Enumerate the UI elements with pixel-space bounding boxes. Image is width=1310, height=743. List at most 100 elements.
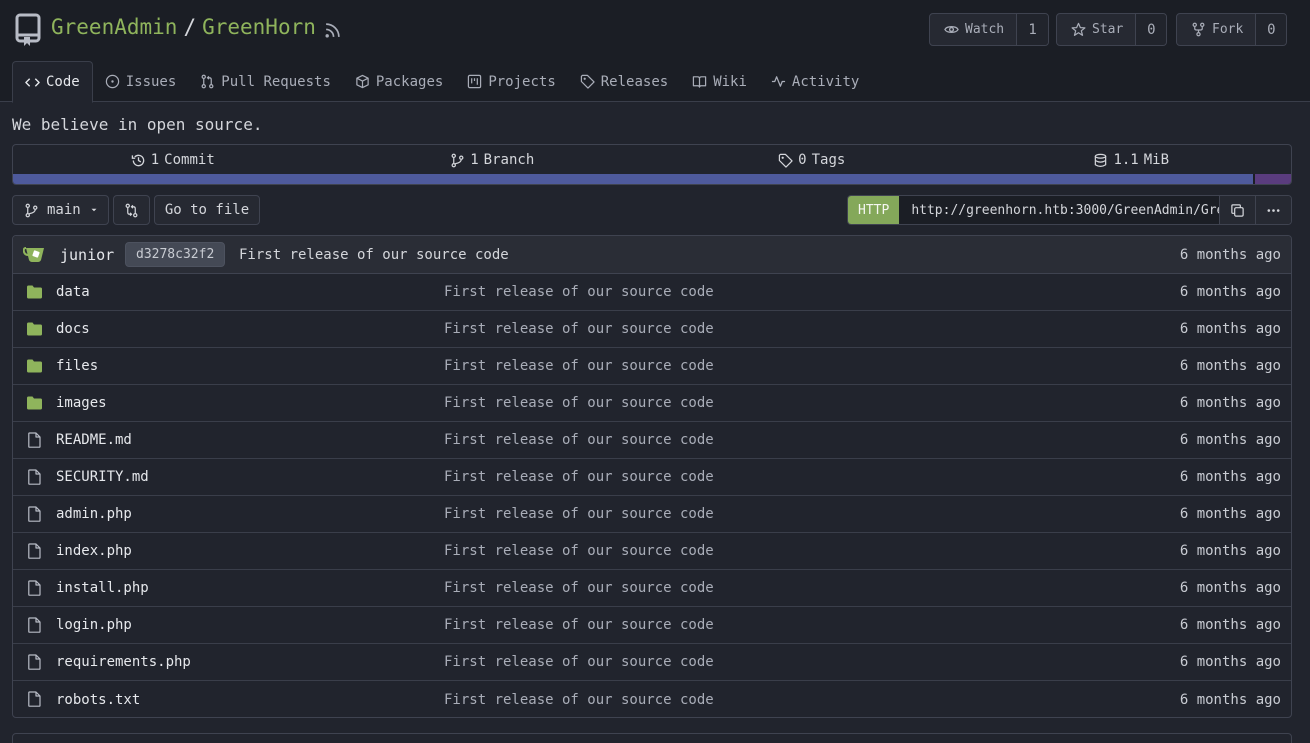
file-name-link[interactable]: README.md <box>56 432 132 448</box>
clone-url-input[interactable]: http://greenhorn.htb:3000/GreenAdmin/Gre… <box>899 196 1219 224</box>
file-name-link[interactable]: index.php <box>56 543 132 559</box>
fork-count[interactable]: 0 <box>1256 14 1287 45</box>
folder-icon <box>27 322 42 336</box>
commit-author[interactable]: junior <box>60 246 114 264</box>
file-commit-time: 6 months ago <box>1179 654 1281 670</box>
file-commit-time: 6 months ago <box>1179 691 1281 708</box>
tab-label: Issues <box>125 73 177 90</box>
star-count[interactable]: 0 <box>1136 14 1167 45</box>
file-name-link[interactable]: data <box>56 284 90 300</box>
file-commit-message[interactable]: First release of our source code <box>444 543 714 559</box>
file-name-link[interactable]: SECURITY.md <box>56 469 149 485</box>
watch-button[interactable]: Watch <box>930 14 1018 45</box>
tab-label: Code <box>46 74 80 90</box>
fork-button[interactable]: Fork <box>1177 14 1257 45</box>
compare-button[interactable] <box>113 195 150 225</box>
avatar[interactable] <box>23 245 47 263</box>
caret-down-icon <box>91 208 97 212</box>
commit-message[interactable]: First release of our source code <box>239 247 509 263</box>
latest-commit-row: junior d3278c32f2 First release of our s… <box>13 236 1291 274</box>
file-name-link[interactable]: admin.php <box>56 506 132 522</box>
repo-description: We believe in open source. <box>12 115 263 134</box>
branch-dropdown[interactable]: main <box>12 195 109 225</box>
tags-label: Tags <box>811 152 846 168</box>
file-commit-message[interactable]: First release of our source code <box>444 654 714 670</box>
tab-label: Activity <box>791 73 860 90</box>
file-commit-message[interactable]: First release of our source code <box>444 284 714 300</box>
file-commit-message[interactable]: First release of our source code <box>444 692 714 708</box>
more-options-button[interactable] <box>1255 196 1291 224</box>
repo-tabs: Code Issues Pull Requests Packages Proje… <box>12 61 871 103</box>
commits-link[interactable]: 1 Commit <box>13 145 333 175</box>
tags-link[interactable]: 0 Tags <box>652 145 972 175</box>
book-icon <box>692 76 707 88</box>
tab-label: Pull Requests <box>221 73 331 90</box>
database-icon <box>1095 153 1107 167</box>
tab-label: Releases <box>600 73 669 90</box>
file-row: SECURITY.md First release of our source c… <box>13 459 1291 496</box>
tab-issues[interactable]: Issues <box>93 61 189 102</box>
tab-label: Packages <box>375 73 444 90</box>
file-commit-message[interactable]: First release of our source code <box>444 395 714 411</box>
branch-name: main <box>47 202 81 218</box>
clone-protocol-button[interactable]: HTTP <box>848 196 900 224</box>
tab-packages[interactable]: Packages <box>343 61 455 102</box>
tab-pull-requests[interactable]: Pull Requests <box>188 61 343 102</box>
repo-owner-link[interactable]: GreenAdmin <box>51 15 177 39</box>
file-commit-time: 6 months ago <box>1179 580 1281 596</box>
commit-sha-button[interactable]: d3278c32f2 <box>125 242 226 267</box>
language-bar-primary[interactable] <box>13 174 1253 184</box>
tab-code[interactable]: Code <box>12 61 93 103</box>
tag-icon <box>778 153 793 168</box>
commits-label: Commit <box>164 152 215 168</box>
branches-label: Branch <box>483 152 535 168</box>
size-count: 1.1 <box>1113 152 1139 168</box>
file-commit-message[interactable]: First release of our source code <box>444 617 714 633</box>
tab-label: Wiki <box>713 73 747 90</box>
folder-icon <box>27 285 42 299</box>
branches-link[interactable]: 1 Branch <box>333 145 653 175</box>
file-icon <box>28 469 41 485</box>
file-name-link[interactable]: login.php <box>56 617 132 633</box>
code-icon <box>25 77 40 87</box>
file-row: requirements.php First release of our sou… <box>13 644 1291 681</box>
file-list: junior d3278c32f2 First release of our s… <box>12 235 1292 718</box>
tab-projects[interactable]: Projects <box>455 61 567 102</box>
language-bar[interactable] <box>13 174 1291 184</box>
watch-count[interactable]: 1 <box>1017 14 1049 45</box>
go-to-file-button[interactable]: Go to file <box>154 195 260 225</box>
file-commit-time: 6 months ago <box>1179 469 1281 485</box>
file-name-link[interactable]: requirements.php <box>56 654 191 670</box>
rss-icon[interactable] <box>324 22 341 39</box>
file-name-link[interactable]: files <box>56 358 98 374</box>
file-name-link[interactable]: images <box>56 395 107 411</box>
file-name-link[interactable]: install.php <box>56 580 149 596</box>
file-row: install.php First release of our source c… <box>13 570 1291 607</box>
tab-wiki[interactable]: Wiki <box>680 61 759 102</box>
commit-time: 6 months ago <box>1179 246 1281 263</box>
language-bar-secondary[interactable] <box>1255 174 1291 184</box>
file-commit-message[interactable]: First release of our source code <box>444 469 714 485</box>
size-label: MiB <box>1143 152 1170 168</box>
file-commit-time: 6 months ago <box>1179 321 1281 337</box>
watch-label: Watch <box>965 22 1005 37</box>
package-icon <box>356 74 369 89</box>
repo-name-link[interactable]: GreenHorn <box>202 15 316 39</box>
file-commit-message[interactable]: First release of our source code <box>444 506 714 522</box>
tab-activity[interactable]: Activity <box>759 61 871 102</box>
file-commit-time: 6 months ago <box>1179 284 1281 300</box>
star-button[interactable]: Star <box>1057 14 1137 45</box>
file-name-link[interactable]: docs <box>56 321 90 337</box>
readme-panel <box>12 733 1292 743</box>
commits-count: 1 <box>150 152 160 168</box>
file-commit-message[interactable]: First release of our source code <box>444 580 714 596</box>
copy-url-button[interactable] <box>1219 196 1255 224</box>
clone-panel: HTTP http://greenhorn.htb:3000/GreenAdmi… <box>847 195 1292 225</box>
file-commit-message[interactable]: First release of our source code <box>444 358 714 374</box>
file-commit-message[interactable]: First release of our source code <box>444 432 714 448</box>
tab-releases[interactable]: Releases <box>568 61 680 102</box>
file-icon <box>28 617 41 633</box>
file-commit-time: 6 months ago <box>1179 358 1281 374</box>
file-name-link[interactable]: robots.txt <box>56 692 140 708</box>
file-commit-message[interactable]: First release of our source code <box>444 321 714 337</box>
